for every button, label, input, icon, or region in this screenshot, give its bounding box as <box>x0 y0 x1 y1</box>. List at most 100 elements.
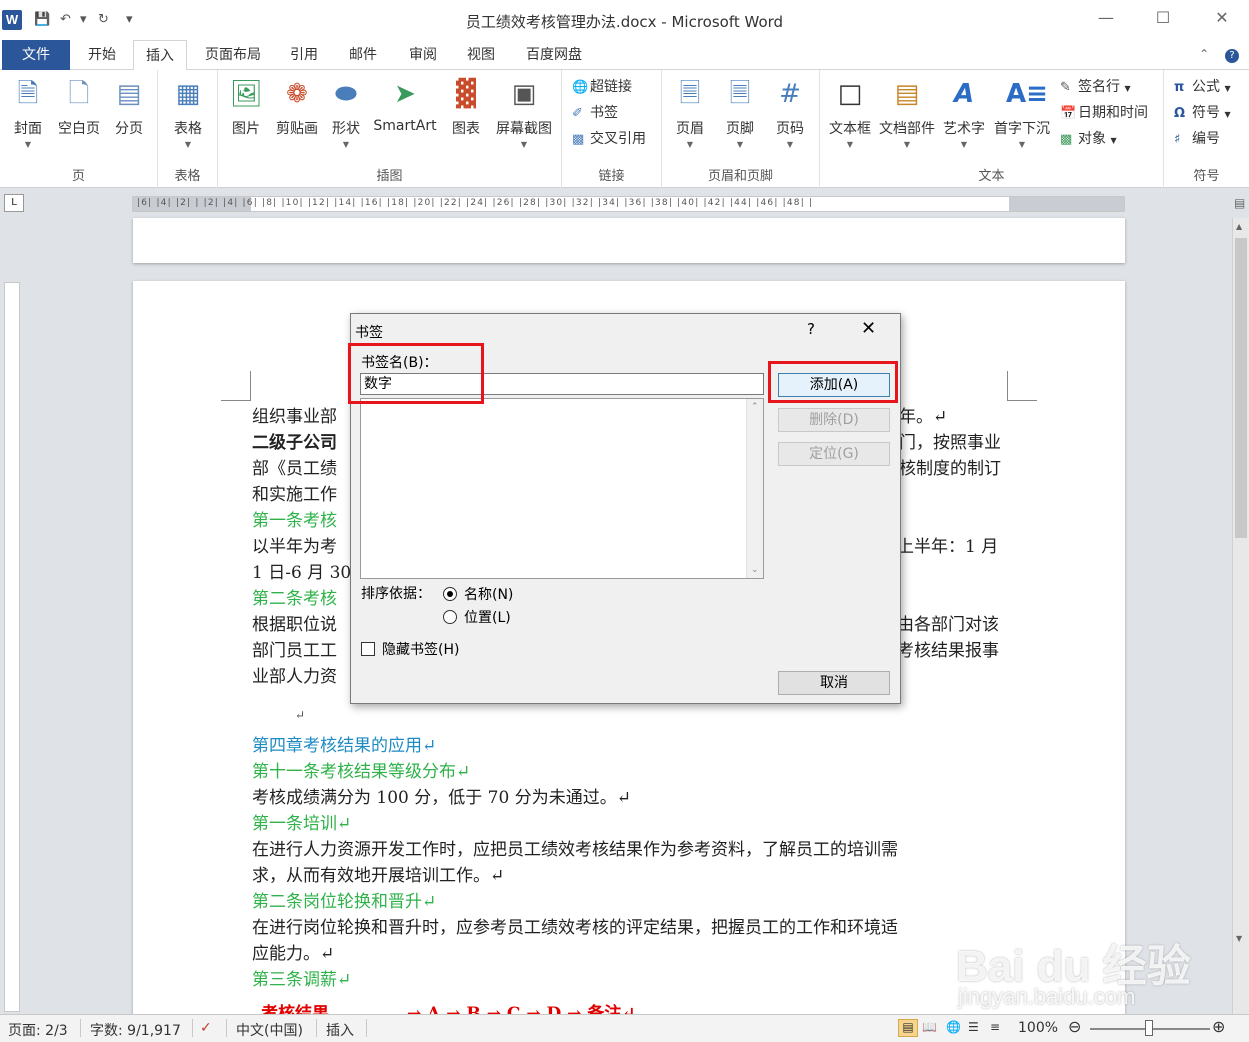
tab-view[interactable]: 视图 <box>454 40 508 70</box>
full-screen-reading-icon[interactable]: 📖 <box>922 1020 937 1034</box>
doc-line: 1 日-6 月 30 <box>252 563 352 583</box>
chevron-down-icon: ▼ <box>903 140 911 149</box>
goto-bookmark-button[interactable]: 定位(G) <box>778 442 890 466</box>
number-button[interactable]: ♯ 编号 <box>1174 128 1220 148</box>
tab-mailings[interactable]: 邮件 <box>336 40 390 70</box>
help-icon[interactable]: ? <box>1225 49 1239 63</box>
doc-line: 年。↵ <box>899 407 948 427</box>
list-scrollbar[interactable]: ⌃ ⌄ <box>746 399 763 578</box>
tab-selector[interactable]: L <box>4 194 24 212</box>
zoom-in-icon[interactable]: ⊕ <box>1212 1017 1225 1036</box>
doc-line: 组织事业部 <box>252 407 337 427</box>
ruler-toggle-icon[interactable]: ▤ <box>1234 196 1245 210</box>
outline-icon[interactable]: ☰ <box>968 1020 979 1034</box>
equation-button[interactable]: π 公式 ▼ <box>1174 76 1231 96</box>
group-label-symbols: 符号 <box>1193 169 1220 184</box>
sort-by-location-label[interactable]: 位置(L) <box>464 607 511 627</box>
tab-insert[interactable]: 插入 <box>133 40 187 71</box>
chevron-down-icon: ▼ <box>520 140 528 149</box>
vertical-ruler[interactable] <box>4 282 20 1012</box>
chart-button[interactable]: ▓ 图表 <box>446 76 486 138</box>
text-box-button[interactable]: □ 文本框 ▼ <box>826 76 874 149</box>
chevron-down-icon[interactable]: ⌄ <box>751 565 759 575</box>
bookmark-icon: ✐ <box>572 106 583 121</box>
header-button[interactable]: 🗏 页眉 ▼ <box>670 76 710 149</box>
dialog-help-button[interactable]: ? <box>807 320 815 338</box>
signature-line-button[interactable]: ✎ 签名行 ▼ <box>1060 76 1131 96</box>
document-page-1[interactable] <box>133 218 1125 263</box>
scroll-up-icon[interactable]: ▲ <box>1236 222 1242 231</box>
margin-mark-left <box>221 371 251 401</box>
word-count[interactable]: 字数: 9/1,917 <box>90 1020 181 1040</box>
collapse-ribbon-icon[interactable]: ⌃ <box>1199 47 1209 61</box>
tab-file[interactable]: 文件 <box>2 40 70 70</box>
shapes-button[interactable]: ⬬ 形状 ▼ <box>326 76 366 149</box>
page-count[interactable]: 页面: 2/3 <box>8 1020 68 1040</box>
page-break-button[interactable]: ▤ 分页 <box>108 76 150 138</box>
scroll-down-icon[interactable]: ▼ <box>1236 934 1242 943</box>
zoom-slider-thumb[interactable] <box>1145 1020 1153 1036</box>
tab-review[interactable]: 审阅 <box>396 40 450 70</box>
doc-line: 以半年为考 <box>252 537 337 557</box>
picture-button[interactable]: 🖼 图片 <box>226 76 266 138</box>
doc-heading: 第一条培训↵ <box>252 814 352 834</box>
blank-page-button[interactable]: 🗋 空白页 <box>54 76 104 138</box>
horizontal-ruler[interactable]: |6| |4| |2| | |2| |4| |6| |8| |10| |12| … <box>132 196 1125 212</box>
chevron-down-icon: ▼ <box>1110 136 1117 145</box>
footer-button[interactable]: 🗏 页脚 ▼ <box>720 76 760 149</box>
insert-mode-indicator[interactable]: 插入 <box>326 1020 354 1040</box>
doc-chapter-heading: 第四章考核结果的应用↵ <box>252 736 437 756</box>
date-time-button[interactable]: 📅 日期和时间 <box>1060 102 1148 122</box>
minimize-icon[interactable]: — <box>1091 8 1121 27</box>
dialog-close-button[interactable]: ✕ <box>861 318 876 339</box>
sort-by-name-radio[interactable] <box>443 587 457 601</box>
cancel-button[interactable]: 取消 <box>778 671 890 695</box>
table-button[interactable]: ▦ 表格 ▼ <box>166 76 210 149</box>
sort-by-name-label[interactable]: 名称(N) <box>464 584 513 604</box>
chevron-down-icon: ▼ <box>1018 140 1026 149</box>
cover-page-icon: 🗎 <box>17 79 39 109</box>
group-tables: ▦ 表格 ▼ 表格 <box>158 70 218 188</box>
zoom-level[interactable]: 100% <box>1018 1020 1058 1036</box>
group-label-text: 文本 <box>978 169 1005 184</box>
calendar-icon: 📅 <box>1060 106 1077 121</box>
tab-references[interactable]: 引用 <box>278 40 330 70</box>
close-window-icon[interactable]: ✕ <box>1207 8 1237 27</box>
doc-heading: 第十一条考核结果等级分布↵ <box>252 762 471 782</box>
proofing-icon[interactable]: ✓ <box>200 1020 212 1036</box>
bookmark-button[interactable]: ✐ 书签 <box>572 102 618 122</box>
zoom-out-icon[interactable]: ⊖ <box>1068 1017 1081 1036</box>
chevron-up-icon[interactable]: ⌃ <box>751 402 759 412</box>
watermark-url: jingyan.baidu.com <box>958 984 1136 1009</box>
wordart-button[interactable]: A 艺术字 ▼ <box>940 76 988 149</box>
bar-chart-icon: ▓ <box>456 79 476 109</box>
screenshot-button[interactable]: ▣ 屏幕截图 ▼ <box>492 76 556 149</box>
clip-art-button[interactable]: ❁ 剪贴画 <box>272 76 322 138</box>
smartart-button[interactable]: ➤ SmartArt <box>370 76 440 134</box>
draft-icon[interactable]: ≡ <box>990 1020 1000 1034</box>
web-layout-icon[interactable]: 🌐 <box>946 1020 961 1034</box>
tab-baidu-netdisk[interactable]: 百度网盘 <box>514 40 594 70</box>
hidden-bookmarks-checkbox[interactable] <box>361 642 375 656</box>
maximize-icon[interactable]: ☐ <box>1148 8 1178 27</box>
sort-by-location-radio[interactable] <box>443 610 457 624</box>
group-label-illustrations: 插图 <box>376 169 403 184</box>
scrollbar-thumb[interactable] <box>1235 238 1247 538</box>
object-button[interactable]: ▩ 对象 ▼ <box>1060 128 1117 148</box>
language-indicator[interactable]: 中文(中国) <box>236 1020 303 1040</box>
hyperlink-button[interactable]: 🌐 超链接 <box>572 76 632 96</box>
delete-bookmark-button[interactable]: 删除(D) <box>778 408 890 432</box>
bookmark-list[interactable]: ⌃ ⌄ <box>360 398 764 579</box>
tab-home[interactable]: 开始 <box>76 40 128 70</box>
print-layout-icon[interactable]: ▤ <box>898 1019 918 1037</box>
highlight-add-button <box>768 361 898 403</box>
hidden-bookmarks-label[interactable]: 隐藏书签(H) <box>382 639 459 659</box>
page-number-button[interactable]: # 页码 ▼ <box>770 76 810 149</box>
symbol-button[interactable]: Ω 符号 ▼ <box>1174 102 1231 122</box>
cross-reference-button[interactable]: ▩ 交叉引用 <box>572 128 646 148</box>
drop-cap-button[interactable]: A≡ 首字下沉 ▼ <box>990 76 1054 149</box>
quick-parts-button[interactable]: ▤ 文档部件 ▼ <box>876 76 938 149</box>
tab-page-layout[interactable]: 页面布局 <box>194 40 272 70</box>
vertical-scrollbar[interactable]: ▲ ▼ <box>1232 218 1249 1014</box>
cover-page-button[interactable]: 🗎 封面 ▼ <box>6 76 50 149</box>
